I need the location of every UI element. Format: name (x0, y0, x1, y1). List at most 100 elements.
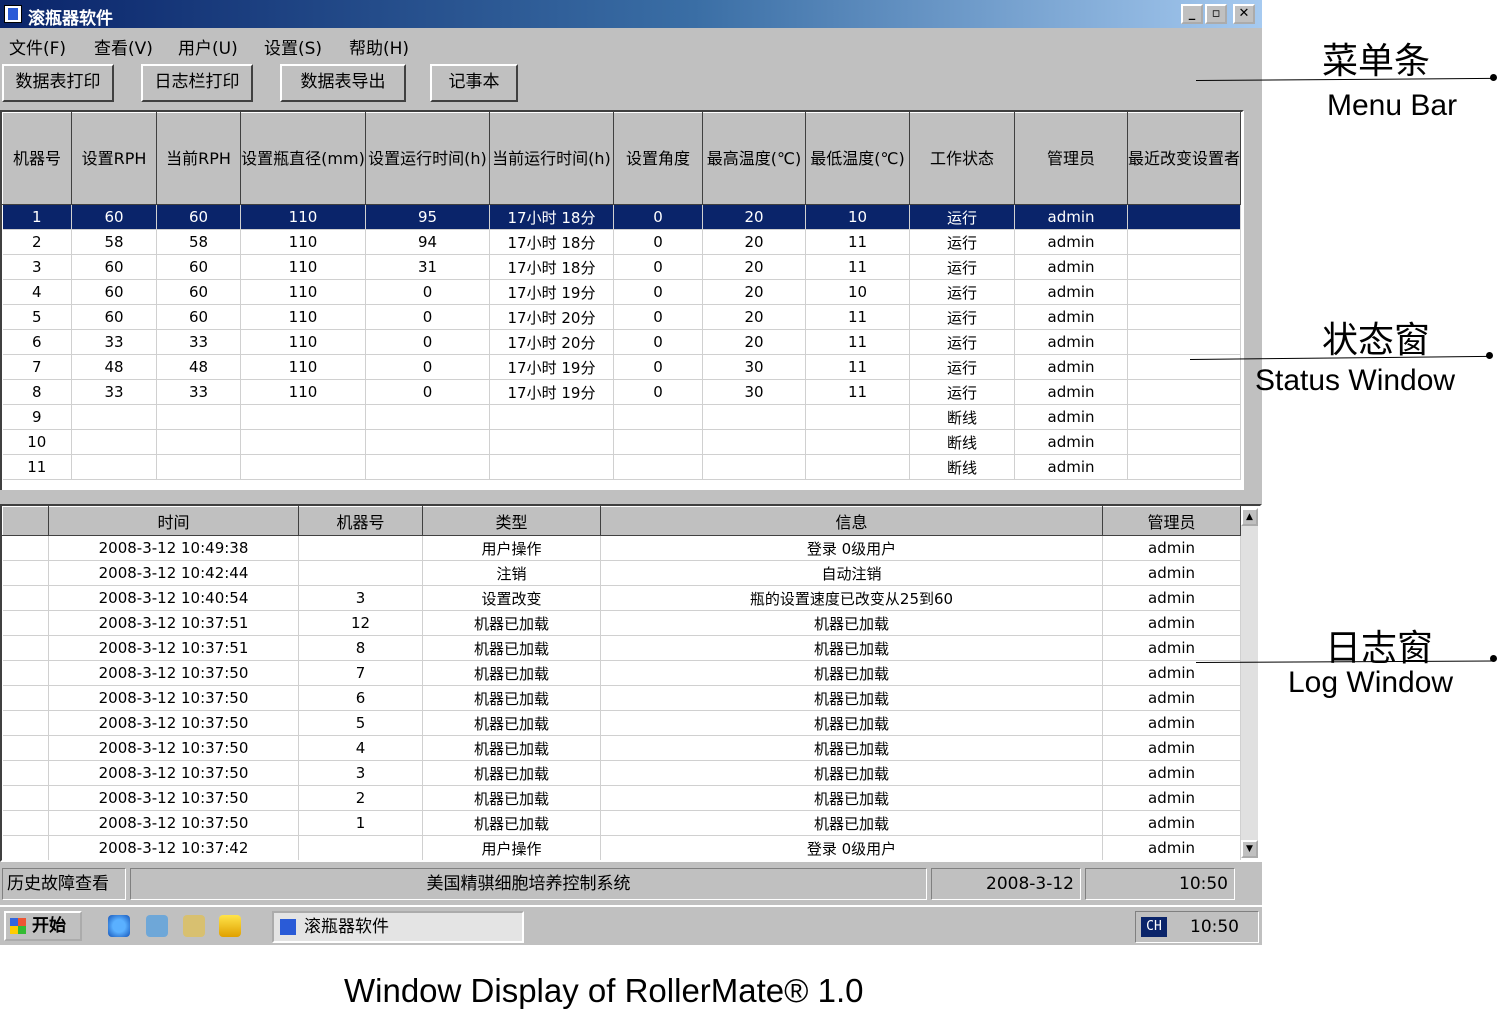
status-table-row[interactable]: 9 断线 admin (2, 404, 1241, 430)
restore-button[interactable]: ▫ (1205, 4, 1227, 24)
log-table-row[interactable]: 2008-3-12 10:37:50 7 机器已加载 机器已加载 admin (2, 660, 1241, 686)
menu-file[interactable]: 文件(F) (9, 34, 66, 59)
log-cell (2, 785, 49, 811)
status-column-header[interactable]: 机器号 (2, 112, 72, 205)
status-cell: 20 (702, 229, 806, 255)
menu-settings[interactable]: 设置(S) (264, 34, 322, 59)
status-cell (702, 429, 806, 455)
status-cell: 运行 (909, 254, 1015, 280)
log-cell: 机器已加载 (422, 610, 601, 636)
status-table-row[interactable]: 3 60 60 110 31 17小时 18分 0 20 11 运行 admin (2, 254, 1241, 280)
status-column-header[interactable]: 当前运行时间(h) (489, 112, 614, 205)
log-table-row[interactable]: 2008-3-12 10:37:51 12 机器已加载 机器已加载 admin (2, 610, 1241, 636)
log-column-header[interactable] (2, 506, 49, 536)
notepad-icon[interactable] (183, 915, 205, 937)
status-column-header[interactable]: 工作状态 (909, 112, 1015, 205)
minimize-button[interactable]: _ (1181, 4, 1203, 24)
status-header-row: 机器号 设置RPH 当前RPH 设置瓶直径(mm) 设置运行时间(h) 当前运行时间(h)… (2, 112, 1241, 205)
status-column-header[interactable]: 设置RPH (71, 112, 157, 205)
menu-bar-label-en: Menu Bar (1327, 89, 1458, 122)
status-table-row[interactable]: 11 断线 admin (2, 454, 1241, 480)
status-cell: admin (1014, 279, 1128, 305)
log-scrollbar[interactable]: ▲ ▼ (1241, 508, 1258, 858)
log-column-header[interactable]: 管理员 (1102, 506, 1241, 536)
notepad-button[interactable]: 记事本 (430, 64, 518, 102)
log-cell (298, 835, 423, 860)
log-column-header[interactable]: 时间 (48, 506, 299, 536)
log-column-header[interactable]: 类型 (422, 506, 601, 536)
status-table-row[interactable]: 7 48 48 110 0 17小时 19分 0 30 11 运行 admin (2, 354, 1241, 380)
status-table-row[interactable]: 1 60 60 110 95 17小时 18分 0 20 10 运行 admin (2, 204, 1241, 230)
log-table-row[interactable]: 2008-3-12 10:37:50 4 机器已加载 机器已加载 admin (2, 735, 1241, 761)
desktop-icon[interactable] (146, 915, 168, 937)
log-table-row[interactable]: 2008-3-12 10:40:54 3 设置改变 瓶的设置速度已改变从25到60 ad… (2, 585, 1241, 611)
status-cell: 48 (71, 354, 157, 380)
status-table-row[interactable]: 5 60 60 110 0 17小时 20分 0 20 11 运行 admin (2, 304, 1241, 330)
status-cell: 断线 (909, 454, 1015, 480)
scroll-down-icon[interactable]: ▼ (1241, 840, 1258, 858)
status-cell: 运行 (909, 354, 1015, 380)
scroll-up-icon[interactable]: ▲ (1241, 508, 1258, 526)
log-cell: 机器已加载 (600, 785, 1103, 811)
fault-history-button[interactable]: 历史故障查看 (2, 868, 126, 900)
log-table-row[interactable]: 2008-3-12 10:37:50 2 机器已加载 机器已加载 admin (2, 785, 1241, 811)
ime-indicator[interactable]: CH (1141, 917, 1167, 937)
log-table-row[interactable]: 2008-3-12 10:42:44 注销 自动注销 admin (2, 560, 1241, 586)
status-column-header[interactable]: 设置角度 (613, 112, 703, 205)
export-data-table-button[interactable]: 数据表导出 (280, 64, 406, 102)
log-table-row[interactable]: 2008-3-12 10:37:50 6 机器已加载 机器已加载 admin (2, 685, 1241, 711)
menu-help[interactable]: 帮助(H) (349, 34, 409, 59)
status-column-header[interactable]: 最高温度(℃) (702, 112, 806, 205)
status-cell: 60 (156, 279, 241, 305)
status-table-row[interactable]: 10 断线 admin (2, 429, 1241, 455)
start-button[interactable]: 开始 (4, 911, 82, 941)
status-column-header[interactable]: 设置运行时间(h) (365, 112, 490, 205)
ie-icon[interactable] (108, 915, 130, 937)
status-cell: admin (1014, 379, 1128, 405)
status-column-header[interactable]: 当前RPH (156, 112, 241, 205)
status-column-header[interactable]: 最低温度(℃) (805, 112, 910, 205)
status-table-row[interactable]: 2 58 58 110 94 17小时 18分 0 20 11 运行 admin (2, 229, 1241, 255)
status-cell: admin (1014, 304, 1128, 330)
log-cell: 用户操作 (422, 835, 601, 860)
status-column-header[interactable]: 设置瓶直径(mm) (240, 112, 366, 205)
status-column-header[interactable]: 最近改变设置者 (1127, 112, 1241, 205)
taskbar-item-app[interactable]: 滚瓶器软件 (272, 911, 524, 943)
status-table-row[interactable]: 4 60 60 110 0 17小时 19分 0 20 10 运行 admin (2, 279, 1241, 305)
status-table: 机器号 设置RPH 当前RPH 设置瓶直径(mm) 设置运行时间(h) 当前运行时间(h)… (2, 112, 1241, 480)
warning-icon[interactable] (219, 915, 241, 937)
status-table-row[interactable]: 8 33 33 110 0 17小时 19分 0 30 11 运行 admin (2, 379, 1241, 405)
status-cell: 0 (613, 354, 703, 380)
pane-splitter[interactable] (0, 490, 1262, 504)
log-table-row[interactable]: 2008-3-12 10:49:38 用户操作 登录 0级用户 admin (2, 535, 1241, 561)
log-table-row[interactable]: 2008-3-12 10:37:50 1 机器已加载 机器已加载 admin (2, 810, 1241, 836)
log-cell: 机器已加载 (422, 660, 601, 686)
log-cell (2, 685, 49, 711)
status-table-row[interactable]: 6 33 33 110 0 17小时 20分 0 20 11 运行 admin (2, 329, 1241, 355)
log-column-header[interactable]: 信息 (600, 506, 1103, 536)
status-cell (240, 429, 366, 455)
log-column-header[interactable]: 机器号 (298, 506, 423, 536)
status-cell: 110 (240, 279, 366, 305)
menu-view[interactable]: 查看(V) (94, 34, 153, 59)
app-icon (280, 919, 296, 935)
print-data-table-button[interactable]: 数据表打印 (2, 64, 114, 102)
status-cell: 20 (702, 204, 806, 230)
status-column-header[interactable]: 管理员 (1014, 112, 1128, 205)
tray-clock: 10:50 (1190, 917, 1239, 937)
status-cell (613, 454, 703, 480)
status-cell: 33 (71, 379, 157, 405)
print-log-button[interactable]: 日志栏打印 (141, 64, 253, 102)
log-table-row[interactable]: 2008-3-12 10:37:50 3 机器已加载 机器已加载 admin (2, 760, 1241, 786)
close-button[interactable]: ✕ (1233, 4, 1255, 24)
log-cell (2, 810, 49, 836)
system-tray: CH 10:50 (1135, 911, 1259, 943)
menu-user[interactable]: 用户(U) (178, 34, 238, 59)
log-cell: admin (1102, 585, 1241, 611)
log-cell: 机器已加载 (600, 710, 1103, 736)
log-table-row[interactable]: 2008-3-12 10:37:42 用户操作 登录 0级用户 admin (2, 835, 1241, 860)
log-table-row[interactable]: 2008-3-12 10:37:50 5 机器已加载 机器已加载 admin (2, 710, 1241, 736)
log-cell: 6 (298, 685, 423, 711)
log-table-row[interactable]: 2008-3-12 10:37:51 8 机器已加载 机器已加载 admin (2, 635, 1241, 661)
status-cell (156, 404, 241, 430)
